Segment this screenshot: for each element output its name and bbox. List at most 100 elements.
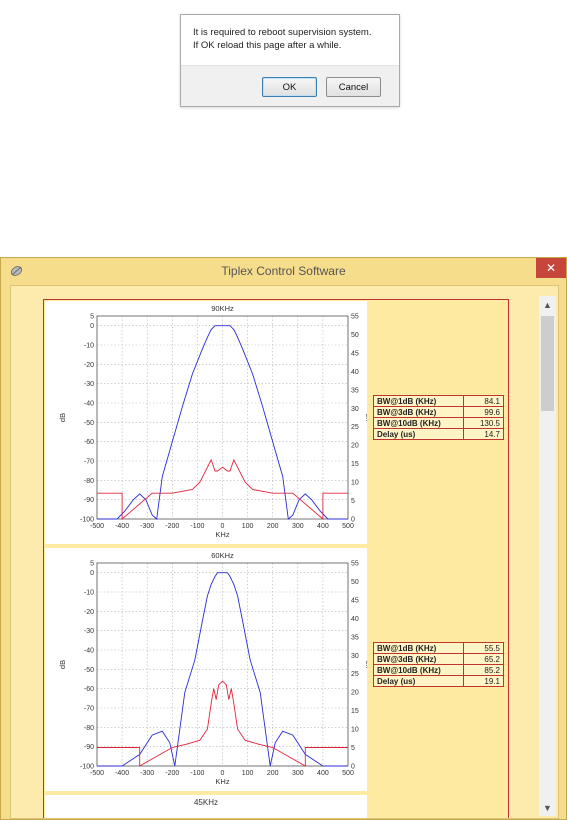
y-tick-label: -60 (84, 686, 94, 693)
table-row: BW@1dB (KHz) 84.1 (373, 395, 504, 407)
table-row: BW@3dB (KHz) 99.6 (373, 406, 504, 418)
y2-tick-label: 40 (351, 369, 359, 376)
y-tick-label: -10 (84, 343, 94, 350)
y2-tick-label: 35 (351, 634, 359, 641)
scroll-up-arrow-icon[interactable]: ▲ (539, 296, 556, 313)
y-tick-label: -30 (84, 628, 94, 635)
table-row: Delay (us) 19.1 (373, 675, 504, 687)
group-delay-line (97, 458, 348, 520)
close-button[interactable]: ✕ (536, 258, 566, 278)
x-tick-label: 500 (342, 770, 354, 777)
row-value: 130.5 (463, 417, 504, 429)
y2-tick-label: 10 (351, 480, 359, 487)
row-label: Delay (us) (373, 675, 464, 687)
x-tick-label: -500 (90, 770, 104, 777)
chart-title: 90KHz (211, 304, 234, 313)
row-label: Delay (us) (373, 428, 464, 440)
row-value: 65.2 (463, 653, 504, 665)
y-tick-label: -90 (84, 744, 94, 751)
x-tick-label: 0 (221, 770, 225, 777)
x-tick-label: -100 (190, 770, 204, 777)
ok-button[interactable]: OK (262, 77, 317, 97)
y-tick-label: -40 (84, 648, 94, 655)
row-value: 55.5 (463, 642, 504, 654)
y-tick-label: -70 (84, 706, 94, 713)
row-value: 14.7 (463, 428, 504, 440)
cancel-button[interactable]: Cancel (326, 77, 381, 97)
y-tick-label: -20 (84, 362, 94, 369)
y2-tick-label: 30 (351, 653, 359, 660)
x-tick-label: -100 (190, 523, 204, 530)
table-row: Delay (us) 14.7 (373, 428, 504, 440)
y-tick-label: 5 (90, 314, 94, 321)
x-tick-label: 0 (221, 523, 225, 530)
frequency-response-chart-60khz: 60KHz-500 -400 -300 -200 -100 0 100 200 300 400 50… (58, 551, 372, 786)
y2-tick-label: 20 (351, 690, 359, 697)
x-tick-label: 200 (267, 523, 279, 530)
y-tick-label: -50 (84, 667, 94, 674)
reboot-confirm-dialog: It is required to reboot supervision sys… (180, 14, 400, 107)
title-bar[interactable]: Tiplex Control Software ✕ (1, 258, 566, 285)
y-axis-label: dB (58, 413, 67, 422)
dialog-message: It is required to reboot supervision sys… (193, 26, 371, 52)
close-icon: ✕ (545, 261, 557, 275)
table-row: BW@10dB (KHz) 130.5 (373, 417, 504, 429)
x-tick-label: 300 (292, 770, 304, 777)
x-tick-label: -400 (115, 523, 129, 530)
row-value: 85.2 (463, 664, 504, 676)
chart-panel-90khz: 90KHz -500 -400 -300 -200 -100 0 100 200 300 400 50… (45, 301, 372, 544)
y2-axis-label: us (363, 660, 367, 668)
y-tick-label: -100 (80, 764, 94, 771)
x-axis-label: KHz (215, 777, 229, 786)
y-tick-label: -50 (84, 420, 94, 427)
y2-tick-label: 40 (351, 616, 359, 623)
row-label: BW@1dB (KHz) (373, 395, 464, 407)
y-tick-label: -70 (84, 459, 94, 466)
scroll-thumb[interactable] (541, 316, 554, 411)
x-tick-label: -500 (90, 523, 104, 530)
window-title: Tiplex Control Software (221, 264, 346, 278)
frequency-response-chart-90khz: 90KHz-500 -400 -300 -200 -100 0 100 200 300 400 50… (58, 304, 372, 539)
dialog-message-line2: If OK reload this page after a while. (193, 40, 342, 51)
dialog-message-line1: It is required to reboot supervision sys… (193, 27, 372, 38)
y-tick-label: -10 (84, 590, 94, 597)
bandwidth-table-60khz: BW@1dB (KHz) 55.5 BW@3dB (KHz) 65.2 BW@10d… (373, 642, 504, 687)
x-tick-label: -200 (165, 523, 179, 530)
y2-tick-label: 25 (351, 424, 359, 431)
y2-tick-label: 35 (351, 387, 359, 394)
y2-tick-label: 30 (351, 406, 359, 413)
vertical-scrollbar[interactable]: ▲ ▼ (539, 296, 556, 816)
y2-tick-label: 50 (351, 332, 359, 339)
y2-tick-label: 10 (351, 727, 359, 734)
scroll-down-arrow-icon[interactable]: ▼ (539, 799, 556, 816)
table-row: BW@10dB (KHz) 85.2 (373, 664, 504, 676)
bandwidth-table-90khz: BW@1dB (KHz) 84.1 BW@3dB (KHz) 99.6 BW@10d… (373, 395, 504, 440)
x-tick-label: -200 (165, 770, 179, 777)
y-tick-label: -60 (84, 439, 94, 446)
y2-tick-label: 45 (351, 350, 359, 357)
x-tick-label: 100 (242, 523, 254, 530)
y-tick-label: -30 (84, 381, 94, 388)
x-tick-label: 100 (242, 770, 254, 777)
chart-title-45khz: 45KHz (193, 798, 218, 807)
table-row: BW@3dB (KHz) 65.2 (373, 653, 504, 665)
y2-tick-label: 45 (351, 597, 359, 604)
y2-tick-label: 5 (351, 498, 355, 505)
y2-tick-label: 50 (351, 579, 359, 586)
y2-tick-label: 0 (351, 517, 355, 524)
y2-tick-label: 15 (351, 461, 359, 468)
row-label: BW@3dB (KHz) (373, 406, 464, 418)
y-tick-label: -20 (84, 609, 94, 616)
y2-tick-label: 20 (351, 443, 359, 450)
y-tick-label: -40 (84, 401, 94, 408)
x-tick-label: -400 (115, 770, 129, 777)
chart-title: 60KHz (211, 551, 234, 560)
y2-tick-label: 55 (351, 314, 359, 321)
x-tick-label: 300 (292, 523, 304, 530)
app-window: Tiplex Control Software ✕ 90KHz -500 -400-… (0, 257, 567, 820)
y-tick-label: -90 (84, 497, 94, 504)
y2-tick-label: 5 (351, 745, 355, 752)
row-label: BW@3dB (KHz) (373, 653, 464, 665)
chart-panel-45khz: 45KHz (45, 795, 367, 818)
y-tick-label: -80 (84, 478, 94, 485)
